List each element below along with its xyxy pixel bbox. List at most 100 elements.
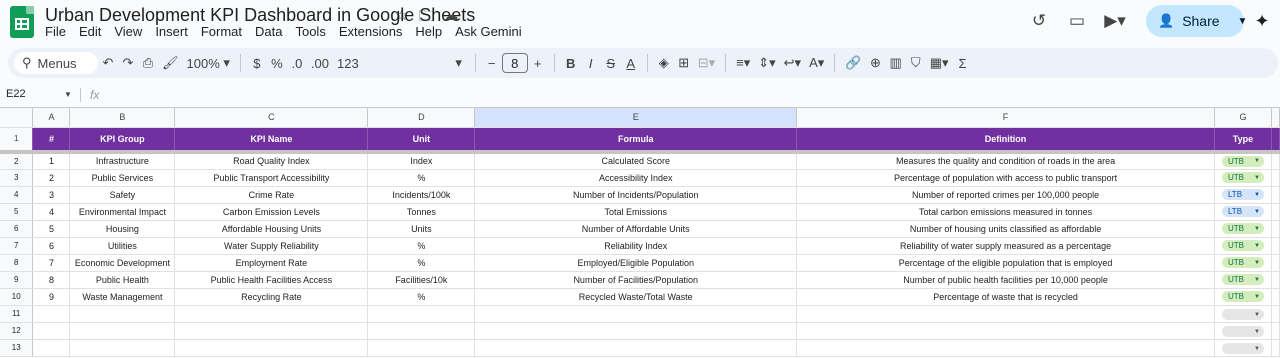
decrease-font-size-icon[interactable]: −: [482, 51, 502, 75]
cell-unit[interactable]: %: [367, 254, 476, 272]
empty-cell[interactable]: [367, 305, 476, 323]
cell-group[interactable]: Utilities: [69, 237, 176, 255]
column-header-b[interactable]: B: [69, 108, 176, 128]
cell-type[interactable]: UTB ▼: [1214, 169, 1272, 187]
zoom-select[interactable]: 100% ▾: [183, 51, 234, 75]
cell-definition[interactable]: Percentage of the eligible population th…: [796, 254, 1215, 272]
cell-group[interactable]: Safety: [69, 186, 176, 204]
type-dropdown-chip[interactable]: UTB ▼: [1221, 155, 1264, 167]
undo-icon[interactable]: ↶: [98, 51, 118, 75]
column-header-f[interactable]: F: [796, 108, 1215, 128]
empty-cell[interactable]: [32, 339, 71, 357]
cell-name[interactable]: Road Quality Index: [174, 152, 369, 170]
increase-decimal-button[interactable]: .00: [307, 51, 333, 75]
horizontal-align-icon[interactable]: ≡▾: [732, 51, 754, 75]
empty-cell[interactable]: [174, 339, 369, 357]
menu-item-file[interactable]: File: [45, 24, 66, 39]
header-cell[interactable]: Type: [1214, 127, 1272, 154]
type-dropdown-chip[interactable]: LTB ▼: [1221, 189, 1264, 200]
insert-chart-icon[interactable]: ▥: [885, 51, 905, 75]
cell-unit[interactable]: Tonnes: [367, 203, 476, 221]
column-header-g[interactable]: G: [1214, 108, 1272, 128]
header-cell[interactable]: KPI Name: [174, 127, 369, 154]
italic-icon[interactable]: I: [581, 51, 601, 75]
redo-icon[interactable]: ↷: [118, 51, 138, 75]
row-header[interactable]: 6: [0, 220, 34, 238]
functions-icon[interactable]: Σ: [953, 51, 973, 75]
empty-cell[interactable]: [474, 305, 798, 323]
cell-n[interactable]: 8: [32, 271, 71, 289]
text-wrapping-icon[interactable]: ↩▾: [780, 51, 805, 75]
menu-item-insert[interactable]: Insert: [155, 24, 188, 39]
empty-cell[interactable]: [474, 339, 798, 357]
cell-type[interactable]: LTB ▼: [1214, 186, 1272, 204]
type-dropdown-chip[interactable]: UTB ▼: [1221, 172, 1264, 183]
cell-name[interactable]: Crime Rate: [174, 186, 369, 204]
empty-cell[interactable]: [474, 322, 798, 340]
share-button[interactable]: 👤 Share ▼: [1146, 5, 1247, 37]
empty-cell[interactable]: [32, 322, 71, 340]
font-dropdown-icon[interactable]: ▾: [449, 51, 469, 75]
strikethrough-icon[interactable]: S: [601, 51, 621, 75]
empty-cell[interactable]: [796, 305, 1215, 323]
type-dropdown-chip[interactable]: UTB ▼: [1221, 257, 1264, 268]
header-cell[interactable]: Definition: [796, 127, 1215, 154]
cell-n[interactable]: 5: [32, 220, 71, 238]
column-header-c[interactable]: C: [174, 108, 369, 128]
empty-cell[interactable]: [69, 339, 176, 357]
cell-name[interactable]: Employment Rate: [174, 254, 369, 272]
empty-cell[interactable]: [367, 339, 476, 357]
cell-formula[interactable]: Reliability Index: [474, 237, 798, 255]
cell-name[interactable]: Public Health Facilities Access: [174, 271, 369, 289]
cell-group[interactable]: Economic Development: [69, 254, 176, 272]
menu-item-help[interactable]: Help: [415, 24, 442, 39]
row-header[interactable]: 4: [0, 186, 34, 204]
cell-type[interactable]: ▼: [1214, 322, 1272, 340]
cell-definition[interactable]: Percentage of waste that is recycled: [796, 288, 1215, 306]
cell-n[interactable]: 7: [32, 254, 71, 272]
decrease-decimal-button[interactable]: .0: [287, 51, 307, 75]
insert-link-icon[interactable]: 🔗: [841, 51, 865, 75]
filter-icon[interactable]: ⛉: [906, 51, 926, 75]
currency-format-button[interactable]: $: [247, 51, 267, 75]
cell-type[interactable]: UTB ▼: [1214, 152, 1272, 170]
cell-definition[interactable]: Number of reported crimes per 100,000 pe…: [796, 186, 1215, 204]
cell-n[interactable]: 6: [32, 237, 71, 255]
empty-cell[interactable]: [796, 322, 1215, 340]
cell-type[interactable]: LTB ▼: [1214, 203, 1272, 221]
row-header[interactable]: 2: [0, 152, 34, 170]
type-dropdown-chip[interactable]: LTB ▼: [1221, 206, 1264, 217]
version-history-icon[interactable]: ↺: [1020, 6, 1058, 36]
header-cell[interactable]: KPI Group: [69, 127, 176, 154]
font-size-input[interactable]: 8: [501, 53, 528, 73]
cell-formula[interactable]: Recycled Waste/Total Waste: [474, 288, 798, 306]
cell-definition[interactable]: Percentage of population with access to …: [796, 169, 1215, 187]
vertical-align-icon[interactable]: ⇕▾: [754, 51, 779, 75]
cell-type[interactable]: ▼: [1214, 339, 1272, 357]
cell-name[interactable]: Recycling Rate: [174, 288, 369, 306]
type-dropdown-chip[interactable]: ▼: [1221, 309, 1264, 321]
cell-n[interactable]: 3: [32, 186, 71, 204]
bold-button[interactable]: B: [561, 51, 581, 75]
empty-cell[interactable]: [174, 305, 369, 323]
menu-item-data[interactable]: Data: [255, 24, 282, 39]
percent-format-button[interactable]: %: [267, 51, 287, 75]
empty-cell[interactable]: [796, 339, 1215, 357]
menu-item-view[interactable]: View: [114, 24, 142, 39]
cell-group[interactable]: Waste Management: [69, 288, 176, 306]
cell-type[interactable]: UTB ▼: [1214, 271, 1272, 289]
cell-group[interactable]: Environmental Impact: [69, 203, 176, 221]
spreadsheet-grid[interactable]: ABCDEFG 1 # KPI Group KPI Name Unit Formula De…: [0, 107, 1280, 358]
row-header[interactable]: 13: [0, 339, 34, 357]
insert-comment-icon[interactable]: ⊕: [865, 51, 885, 75]
font-family-select[interactable]: [363, 51, 449, 75]
cell-type[interactable]: UTB ▼: [1214, 220, 1272, 238]
cell-n[interactable]: 2: [32, 169, 71, 187]
type-dropdown-chip[interactable]: UTB ▼: [1221, 240, 1264, 251]
filter-views-icon[interactable]: ▦▾: [926, 51, 953, 75]
name-box-dropdown-icon[interactable]: ▼: [64, 90, 72, 99]
cell-formula[interactable]: Number of Facilities/Population: [474, 271, 798, 289]
meet-icon[interactable]: ▶▾: [1096, 6, 1134, 36]
type-dropdown-chip[interactable]: UTB ▼: [1221, 274, 1264, 285]
cell-n[interactable]: 9: [32, 288, 71, 306]
